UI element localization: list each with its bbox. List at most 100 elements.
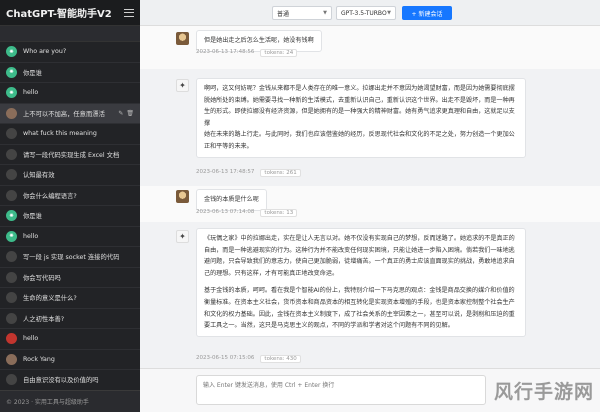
app-title: ChatGPT-智能助手V2 bbox=[6, 9, 112, 20]
conversation-label: what fuck this meaning bbox=[23, 130, 97, 138]
mode-select-value: 普通 bbox=[277, 10, 290, 18]
new-chat-button[interactable]: + 新建会话 bbox=[402, 6, 452, 20]
conversation-item[interactable]: 人之初性本善? bbox=[0, 309, 140, 329]
conversation-avatar-icon bbox=[6, 312, 17, 324]
message-line: 自由，而是一种逃避现实的行为。这种行为并不能改变任何现实困境，只能让她进一步陷入… bbox=[204, 246, 515, 254]
conversation-avatar-icon bbox=[6, 353, 17, 365]
conversation-avatar-icon bbox=[6, 148, 17, 160]
conversation-item[interactable]: 你会写代码吗 bbox=[0, 268, 140, 288]
bot-avatar: ✦ bbox=[176, 79, 189, 92]
conversation-label: 你是谁 bbox=[23, 69, 42, 77]
conversation-item[interactable]: 自由意识没有以及价值的吗 bbox=[0, 370, 140, 391]
token-count: tokens: 261 bbox=[260, 169, 301, 177]
conversation-item[interactable]: 生命的意义是什么? bbox=[0, 288, 140, 309]
conversation-item[interactable]: ✺ hello bbox=[0, 83, 140, 104]
conversation-item[interactable]: ✺ Who are you? bbox=[0, 42, 140, 63]
search-input[interactable] bbox=[5, 27, 135, 40]
conversation-avatar-icon: ✺ bbox=[6, 230, 17, 242]
conversation-avatar-icon bbox=[6, 251, 17, 263]
conversation-label: 上不可以不加高，任意而漂活 bbox=[23, 110, 105, 118]
sidebar-footer: © 2023 · 实用工具与超级助手 bbox=[0, 390, 140, 412]
conversation-actions: ✎ 🗑 bbox=[118, 110, 134, 117]
conversation-avatar-icon bbox=[6, 189, 17, 201]
message-bubble: 啊呵，这又何妨呢？金钱从来都不是人类存在的唯一意义。拉娜出走并不意因为她渴望财富… bbox=[196, 78, 526, 158]
bot-avatar: ✦ bbox=[176, 230, 189, 243]
conversation-avatar-icon: ✺ bbox=[6, 210, 17, 222]
conversation-avatar-icon: ✺ bbox=[6, 66, 17, 78]
message-meta: 2023-06-13 17:48:57 tokens: 261 bbox=[196, 169, 301, 177]
message-line: 基于金钱的本质，呵呵。看在我是个智能AI的份上，我特别介绍一下马克思的观点：金钱… bbox=[204, 287, 515, 295]
message-time: 2023-06-15 07:15:06 bbox=[196, 355, 255, 361]
watermark-logo: 风行手游网 bbox=[476, 372, 594, 408]
message-bubble: 金钱的本质是什么呢 bbox=[196, 189, 267, 211]
message-line: 和文化的权力基础。因此，金钱在资本主义制度下，成了社会关系的主宰因素之一，甚至可… bbox=[204, 310, 515, 318]
conversation-label: 自由意识没有以及价值的吗 bbox=[23, 377, 99, 385]
conversation-avatar-icon bbox=[6, 107, 17, 119]
conversation-item[interactable]: 上不可以不加高，任意而漂活 ✎ 🗑 bbox=[0, 103, 140, 124]
conversation-label: 写一段 js 实现 socket 连接的代码 bbox=[23, 254, 120, 262]
message-bot: ✦ 啊呵，这又何妨呢？金钱从来都不是人类存在的唯一意义。拉娜出走并不意因为她渴望… bbox=[140, 69, 600, 186]
conversation-label: hello bbox=[23, 232, 39, 240]
conversation-label: hello bbox=[23, 89, 39, 97]
conversation-label: 你是谁 bbox=[23, 213, 42, 221]
message-line: 脱她所处的束缚。她需要寻找一种新的生活模式，去重新认识自己，重新认识这个世界。出… bbox=[204, 96, 515, 104]
message-bubble: 《玩偶之家》中的拉娜出走，实在是让人无言以对。她不仅没有实现自己的梦想，反而迷路… bbox=[196, 228, 526, 337]
conversation-avatar-icon: ✺ bbox=[6, 46, 17, 58]
conversation-label: 你会什么编程语言? bbox=[23, 192, 77, 200]
message-line: 啊呵，这又何妨呢？金钱从来都不是人类存在的唯一意义。拉娜出走并不意因为她渴望财富… bbox=[204, 85, 515, 92]
conversation-item[interactable]: ✺ hello bbox=[0, 227, 140, 247]
conversation-label: Rock Yang bbox=[23, 355, 55, 363]
conversation-label: 认知最有效 bbox=[23, 172, 55, 180]
message-text: 金钱的本质是什么呢 bbox=[204, 196, 259, 203]
conversation-item[interactable]: 你会什么编程语言? bbox=[0, 186, 140, 206]
message-time: 2023-06-13 17:48:57 bbox=[196, 169, 255, 175]
top-bar: 普通 ▼ GPT-3.5-TURBO ▼ + 新建会话 bbox=[140, 0, 600, 26]
edit-icon[interactable]: ✎ bbox=[118, 110, 123, 117]
model-select-value: GPT-3.5-TURBO bbox=[341, 9, 387, 17]
message-meta: 2023-06-13 17:48:56 tokens: 24 bbox=[196, 49, 298, 57]
message-text: 但是她出走之后怎么生活呢，她没有钱啊 bbox=[204, 37, 314, 44]
conversation-avatar-icon bbox=[6, 169, 17, 181]
sidebar-header: ChatGPT-智能助手V2 bbox=[0, 0, 140, 26]
mode-select[interactable]: 普通 ▼ bbox=[272, 6, 332, 20]
conversation-avatar-icon: ✺ bbox=[6, 87, 17, 99]
message-input[interactable] bbox=[196, 375, 486, 405]
message-user: 但是她出走之后怎么生活呢，她没有钱啊 2023-06-13 17:48:56 t… bbox=[140, 26, 600, 69]
token-count: tokens: 430 bbox=[260, 355, 301, 363]
conversation-item[interactable]: hello bbox=[0, 329, 140, 350]
conversation-item[interactable]: ✺ 你是谁 bbox=[0, 63, 140, 83]
message-line: 己的理想。只有这样，才有可能真正地改变命运。 bbox=[204, 269, 339, 277]
conversation-label: 生命的意义是什么? bbox=[23, 295, 77, 303]
watermark-text: 风行手游网 bbox=[493, 380, 594, 403]
message-meta: 2023-06-15 07:15:06 tokens: 430 bbox=[196, 355, 301, 363]
message-bot: ✦ 《玩偶之家》中的拉娜出走，实在是让人无言以对。她不仅没有实现自己的梦想，反而… bbox=[140, 222, 600, 368]
message-user: 金钱的本质是什么呢 2023-06-13 07:14:08 tokens: 13 bbox=[140, 186, 600, 222]
conversation-label: hello bbox=[23, 335, 39, 343]
conversation-list: ✺ Who are you? ✺ 你是谁 ✺ hello 上不可以不加高，任意而漂活 ✎ 🗑 wh… bbox=[0, 42, 140, 391]
message-time: 2023-06-13 17:48:56 bbox=[196, 49, 255, 55]
conversation-label: 请写一段代码实现生成 Excel 文档 bbox=[23, 151, 120, 159]
delete-icon[interactable]: 🗑 bbox=[126, 110, 134, 117]
menu-icon[interactable] bbox=[124, 8, 134, 17]
message-line: 衡量标准。在资本主义社会，货币资本和商品资本的相互转化是实现资本增殖的手段，也是… bbox=[204, 298, 515, 306]
conversation-item[interactable]: 认知最有效 bbox=[0, 165, 140, 186]
message-line: 避问题，只会导致我们的意志力，使自己更加脆弱，徒增痛苦。一个真正的勇士应该直面现… bbox=[204, 258, 515, 266]
conversation-avatar-icon bbox=[6, 128, 17, 140]
conversation-label: 你会写代码吗 bbox=[23, 274, 61, 282]
search-bar bbox=[0, 26, 140, 42]
message-time: 2023-06-13 07:14:08 bbox=[196, 209, 255, 215]
sidebar: ChatGPT-智能助手V2 ✺ Who are you? ✺ 你是谁 ✺ hello 上不… bbox=[0, 0, 140, 412]
conversation-label: Who are you? bbox=[23, 48, 67, 56]
message-line: 正和平等的未来。 bbox=[204, 142, 253, 150]
conversation-item[interactable]: Rock Yang bbox=[0, 350, 140, 370]
conversation-item[interactable]: what fuck this meaning bbox=[0, 124, 140, 145]
conversation-item[interactable]: ✺ 你是谁 bbox=[0, 206, 140, 227]
conversation-item[interactable]: 写一段 js 实现 socket 连接的代码 bbox=[0, 247, 140, 268]
token-count: tokens: 24 bbox=[260, 49, 298, 57]
model-select[interactable]: GPT-3.5-TURBO ▼ bbox=[336, 6, 396, 20]
conversation-avatar-icon bbox=[6, 333, 17, 345]
chat-area: 但是她出走之后怎么生活呢，她没有钱啊 2023-06-13 17:48:56 t… bbox=[140, 26, 600, 368]
conversation-label: 人之初性本善? bbox=[23, 315, 65, 323]
conversation-item[interactable]: 请写一段代码实现生成 Excel 文档 bbox=[0, 145, 140, 165]
user-avatar bbox=[176, 32, 189, 45]
